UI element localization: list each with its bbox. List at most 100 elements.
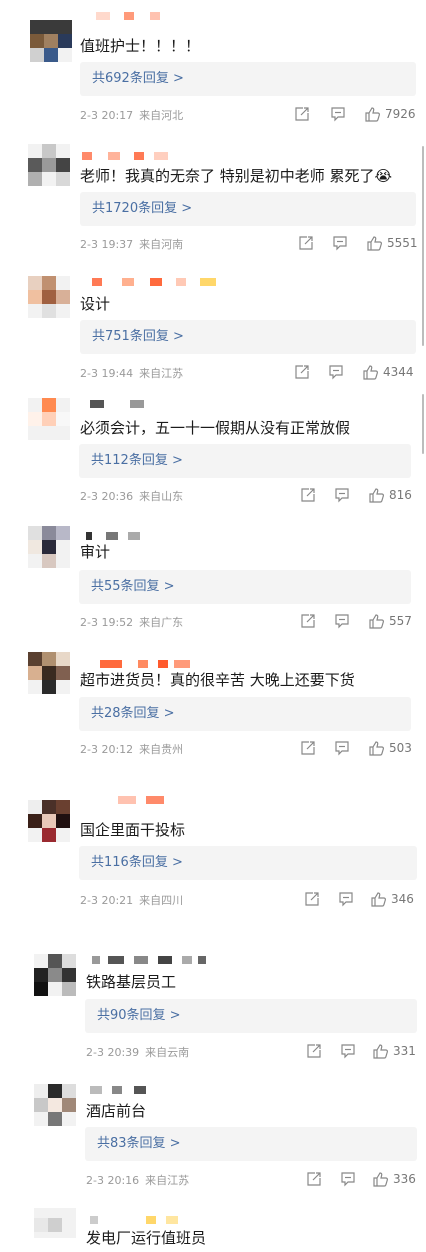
username-blurred[interactable] bbox=[96, 12, 166, 20]
username-blurred[interactable] bbox=[92, 278, 222, 286]
share-icon bbox=[295, 365, 309, 379]
comment-meta: 2-3 19:37 来自河南 bbox=[80, 236, 183, 252]
comment-actions: 503 bbox=[300, 739, 416, 757]
comment-icon bbox=[333, 236, 347, 251]
comment-button[interactable] bbox=[340, 1042, 356, 1060]
view-replies-button[interactable]: 共55条回复 > bbox=[79, 570, 411, 604]
timestamp: 2-3 20:39 bbox=[86, 1046, 140, 1059]
username-blurred[interactable] bbox=[92, 956, 212, 964]
share-button[interactable] bbox=[300, 486, 316, 504]
username-blurred[interactable] bbox=[90, 400, 160, 408]
comment-icon bbox=[331, 107, 345, 122]
share-button[interactable] bbox=[306, 1042, 322, 1060]
comment-icon bbox=[329, 365, 343, 380]
avatar[interactable] bbox=[28, 144, 70, 186]
location: 来自江苏 bbox=[145, 1174, 190, 1187]
like-count: 4344 bbox=[383, 365, 414, 379]
share-icon bbox=[301, 488, 315, 502]
comment-button[interactable] bbox=[334, 612, 350, 630]
timestamp: 2-3 19:44 bbox=[80, 367, 134, 380]
like-button[interactable]: 336 bbox=[372, 1170, 416, 1188]
username-blurred[interactable] bbox=[82, 152, 172, 160]
avatar[interactable] bbox=[28, 652, 70, 694]
username-blurred[interactable] bbox=[100, 660, 192, 668]
avatar[interactable] bbox=[30, 20, 72, 62]
like-count: 346 bbox=[391, 892, 414, 906]
timestamp: 2-3 19:37 bbox=[80, 238, 134, 251]
avatar[interactable] bbox=[34, 954, 76, 996]
share-button[interactable] bbox=[298, 234, 314, 252]
share-button[interactable] bbox=[306, 1170, 322, 1188]
comment-button[interactable] bbox=[338, 890, 354, 908]
username-blurred[interactable] bbox=[118, 796, 168, 804]
view-replies-button[interactable]: 共90条回复 > bbox=[85, 999, 417, 1033]
comment-text: 必须会计，五一十一假期从没有正常放假 bbox=[80, 419, 351, 437]
share-icon bbox=[299, 236, 313, 250]
comment-text: 审计 bbox=[80, 543, 111, 561]
avatar[interactable] bbox=[28, 276, 70, 318]
like-count: 503 bbox=[389, 741, 412, 755]
thumbs-up-icon bbox=[365, 106, 380, 122]
avatar[interactable] bbox=[28, 800, 70, 842]
like-button[interactable]: 7926 bbox=[364, 105, 416, 123]
share-button[interactable] bbox=[294, 105, 310, 123]
timestamp: 2-3 20:21 bbox=[80, 894, 134, 907]
comment-button[interactable] bbox=[334, 486, 350, 504]
like-button[interactable]: 4344 bbox=[362, 363, 414, 381]
timestamp: 2-3 19:52 bbox=[80, 616, 134, 629]
scrollbar[interactable] bbox=[422, 394, 424, 454]
comment-button[interactable] bbox=[330, 105, 346, 123]
like-button[interactable]: 346 bbox=[370, 890, 414, 908]
avatar[interactable] bbox=[28, 398, 70, 440]
comment-button[interactable] bbox=[332, 234, 348, 252]
comment-actions: 4344 bbox=[294, 363, 420, 381]
share-button[interactable] bbox=[304, 890, 320, 908]
comment-meta: 2-3 20:16 来自江苏 bbox=[86, 1172, 189, 1188]
comment-actions: 816 bbox=[300, 486, 416, 504]
location: 来自云南 bbox=[145, 1046, 190, 1059]
comment-button[interactable] bbox=[334, 739, 350, 757]
thumbs-up-icon bbox=[373, 1171, 388, 1187]
share-button[interactable] bbox=[294, 363, 310, 381]
comment-meta: 2-3 19:44 来自江苏 bbox=[80, 365, 183, 381]
comment-icon bbox=[341, 1172, 355, 1187]
view-replies-button[interactable]: 共751条回复 > bbox=[80, 320, 416, 354]
comment-button[interactable] bbox=[328, 363, 344, 381]
comment-text: 酒店前台 bbox=[86, 1102, 147, 1120]
scrollbar[interactable] bbox=[422, 146, 424, 346]
comment-actions: 331 bbox=[306, 1042, 420, 1060]
like-count: 816 bbox=[389, 488, 412, 502]
like-button[interactable]: 331 bbox=[372, 1042, 416, 1060]
comment-meta: 2-3 20:39 来自云南 bbox=[86, 1044, 189, 1060]
username-blurred[interactable] bbox=[90, 1216, 190, 1224]
like-button[interactable]: 5551 bbox=[366, 234, 418, 252]
location: 来自河北 bbox=[139, 109, 184, 122]
share-button[interactable] bbox=[300, 739, 316, 757]
username-blurred[interactable] bbox=[86, 532, 146, 540]
share-icon bbox=[301, 614, 315, 628]
comment-text: 铁路基层员工 bbox=[86, 973, 177, 991]
view-replies-button[interactable]: 共83条回复 > bbox=[85, 1127, 417, 1161]
view-replies-button[interactable]: 共116条回复 > bbox=[79, 846, 417, 880]
avatar[interactable] bbox=[28, 526, 70, 568]
like-button[interactable]: 816 bbox=[368, 486, 412, 504]
share-icon bbox=[295, 107, 309, 121]
like-button[interactable]: 503 bbox=[368, 739, 412, 757]
view-replies-button[interactable]: 共692条回复 > bbox=[80, 62, 416, 96]
like-count: 331 bbox=[393, 1044, 416, 1058]
comment-text: 超市进货员！真的很辛苦 大晚上还要下货 bbox=[80, 671, 355, 689]
comment-meta: 2-3 20:21 来自四川 bbox=[80, 892, 183, 908]
like-button[interactable]: 557 bbox=[368, 612, 412, 630]
comment-meta: 2-3 20:12 来自贵州 bbox=[80, 741, 183, 757]
view-replies-button[interactable]: 共112条回复 > bbox=[79, 444, 411, 478]
comment-actions: 7926 bbox=[294, 105, 420, 123]
share-icon bbox=[307, 1172, 321, 1186]
view-replies-button[interactable]: 共28条回复 > bbox=[79, 697, 411, 731]
comment-meta: 2-3 20:36 来自山东 bbox=[80, 488, 183, 504]
username-blurred[interactable] bbox=[90, 1086, 150, 1094]
share-button[interactable] bbox=[300, 612, 316, 630]
view-replies-button[interactable]: 共1720条回复 > bbox=[80, 192, 416, 226]
avatar[interactable] bbox=[34, 1084, 76, 1126]
avatar[interactable] bbox=[34, 1208, 76, 1238]
comment-button[interactable] bbox=[340, 1170, 356, 1188]
